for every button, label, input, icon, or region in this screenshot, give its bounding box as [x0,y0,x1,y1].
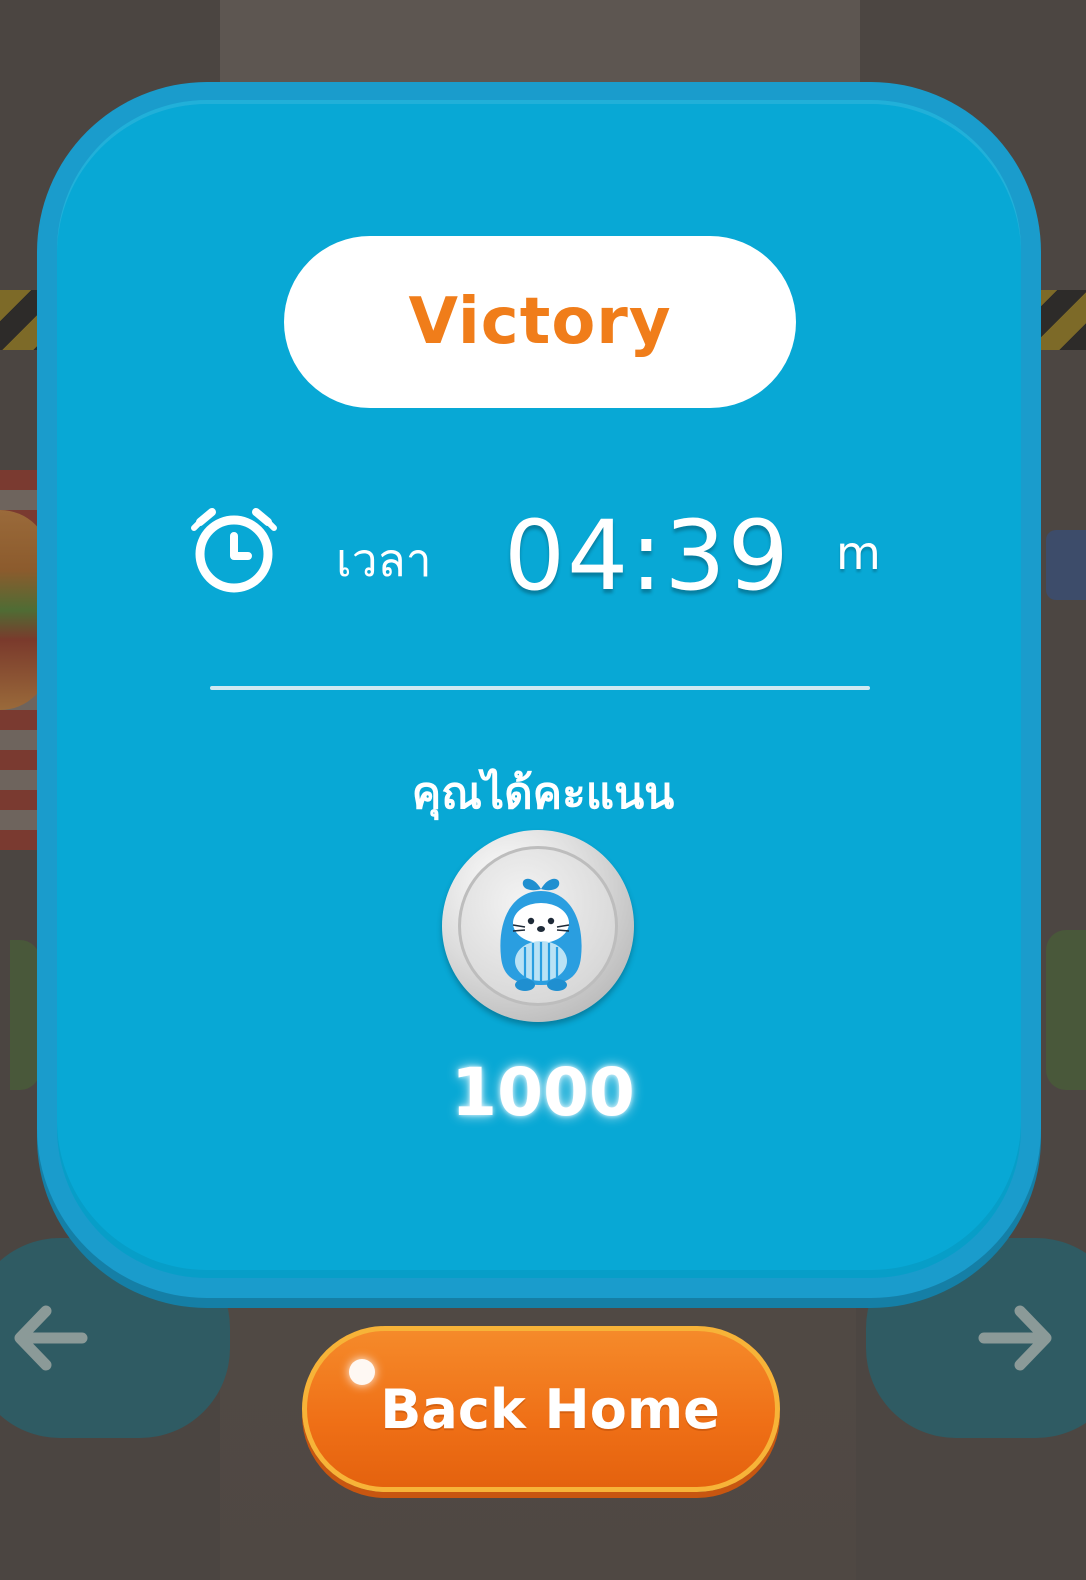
arrow-left-icon [14,1305,88,1371]
back-home-button[interactable]: Back Home [302,1326,780,1492]
time-row: เวลา 04:39 m [188,500,908,612]
coin-mascot-icon [442,830,634,1022]
button-shine [349,1359,375,1385]
coin-face [458,846,618,1006]
divider [210,686,870,690]
stopwatch-icon [191,508,277,593]
mascot-icon [500,878,582,991]
score-value: 1000 [451,1054,635,1131]
title-badge: Victory [284,236,796,408]
time-unit: m [836,526,881,580]
back-home-label: Back Home [380,1377,720,1441]
dialog-title: Victory [408,285,672,359]
time-label: เวลา [336,533,432,587]
arrow-right-icon [978,1305,1052,1371]
score-label: คุณได้คะแนน [411,768,675,819]
background-tag [1046,530,1086,600]
background-top-panel [220,0,860,90]
time-value: 04:39 [504,500,791,612]
